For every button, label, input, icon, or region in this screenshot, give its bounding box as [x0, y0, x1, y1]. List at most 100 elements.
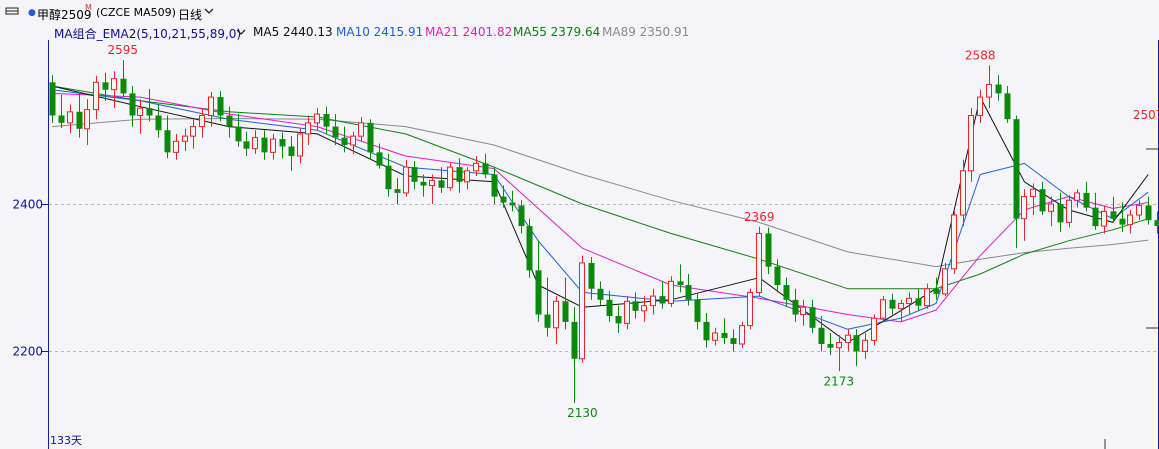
candle-body-down — [1004, 93, 1011, 120]
candle — [146, 88, 153, 122]
candle — [288, 136, 295, 171]
candle-body-up — [182, 135, 188, 142]
candle-body-down — [438, 180, 445, 188]
candle — [924, 283, 930, 309]
candle-body-down — [632, 301, 639, 311]
candle-body-down — [164, 130, 171, 153]
candle — [376, 143, 383, 169]
candle — [1092, 192, 1099, 230]
candle — [960, 159, 966, 227]
candle — [58, 94, 65, 129]
candle-body-up — [650, 295, 656, 307]
candle-body-up — [906, 297, 912, 304]
candle-body-up — [924, 288, 930, 307]
candle-body-down — [456, 167, 463, 182]
candle-body-down — [1013, 119, 1020, 219]
candle — [1127, 209, 1133, 234]
candle — [977, 89, 983, 123]
candle-body-up — [871, 317, 877, 341]
candle-body-up — [1074, 192, 1080, 201]
candle — [155, 104, 162, 138]
candle-body-down — [774, 266, 781, 286]
candle-body-up — [553, 300, 559, 329]
candle-body-up — [252, 137, 258, 150]
y-tick-label: 2400 — [12, 198, 43, 212]
candle-body-up — [190, 126, 196, 137]
candle-body-up — [898, 302, 904, 310]
price-chart[interactable]: 2400 2200 2595 2130 2369 2173 2588 2507 — [0, 0, 1159, 449]
candle-body-down — [544, 314, 551, 328]
candle — [190, 119, 196, 149]
candle — [252, 130, 258, 154]
candle — [93, 75, 99, 120]
candle-body-down — [76, 111, 83, 129]
bar-count-label: 133天 — [50, 434, 82, 447]
price-annotation: 2595 — [107, 43, 138, 57]
candle-body-up — [111, 78, 117, 91]
candle-body-down — [588, 262, 595, 289]
candle — [800, 299, 806, 326]
candle-body-up — [756, 232, 762, 293]
candle — [199, 108, 205, 138]
candle — [323, 106, 330, 134]
candle — [685, 273, 692, 306]
candle — [182, 128, 188, 151]
candle-body-down — [155, 115, 162, 131]
candle — [597, 281, 604, 306]
candle-body-down — [394, 189, 401, 193]
candle-body-up — [1048, 203, 1054, 212]
candle — [853, 329, 860, 367]
candle-body-up — [84, 109, 90, 130]
candle — [332, 114, 339, 145]
candle-body-down — [341, 137, 348, 145]
candle — [429, 174, 435, 204]
candle-body-up — [800, 306, 806, 316]
candle — [120, 60, 127, 98]
candle — [641, 296, 647, 322]
candle — [836, 335, 842, 372]
price-annotation: 2130 — [567, 406, 598, 420]
chart-grid: 2400 2200 — [12, 198, 1158, 359]
candle — [84, 99, 90, 145]
candle — [765, 227, 772, 274]
candle — [464, 167, 470, 190]
price-annotation: 2173 — [823, 374, 854, 388]
candle-body-up — [960, 170, 966, 216]
candle — [1021, 189, 1027, 241]
candle-body-down — [889, 299, 896, 309]
price-annotations: 2595 2130 2369 2173 2588 2507 — [107, 43, 1159, 420]
candle — [49, 74, 56, 123]
candle-body-down — [597, 288, 604, 300]
candle-body-down — [535, 270, 542, 315]
candle-body-up — [1066, 199, 1072, 223]
candle-body-down — [562, 301, 569, 322]
candle — [403, 159, 409, 197]
candle-body-down — [367, 122, 374, 153]
candle — [827, 332, 834, 356]
candle-body-down — [482, 163, 489, 175]
candle — [1013, 115, 1020, 249]
candle-body-down — [385, 165, 392, 190]
candle — [942, 262, 948, 297]
candle — [809, 299, 816, 333]
candle-body-up — [93, 81, 99, 111]
candle-body-down — [765, 233, 772, 267]
candle — [915, 288, 922, 311]
candle — [394, 178, 401, 204]
candle — [1101, 205, 1107, 234]
candle — [1110, 196, 1117, 223]
candle-body-up — [1021, 196, 1027, 220]
candle-body-down — [217, 97, 224, 116]
candle-body-down — [235, 126, 242, 142]
candle-body-up — [668, 280, 674, 304]
candle — [562, 277, 569, 330]
candle — [747, 288, 753, 330]
candle — [677, 264, 684, 293]
candle-body-up — [1127, 214, 1133, 226]
candle-body-down — [411, 167, 418, 182]
candle — [420, 174, 427, 197]
candle-body-down — [526, 226, 533, 271]
candle-body-up — [845, 334, 851, 344]
candle — [518, 200, 525, 234]
candle — [650, 288, 656, 315]
